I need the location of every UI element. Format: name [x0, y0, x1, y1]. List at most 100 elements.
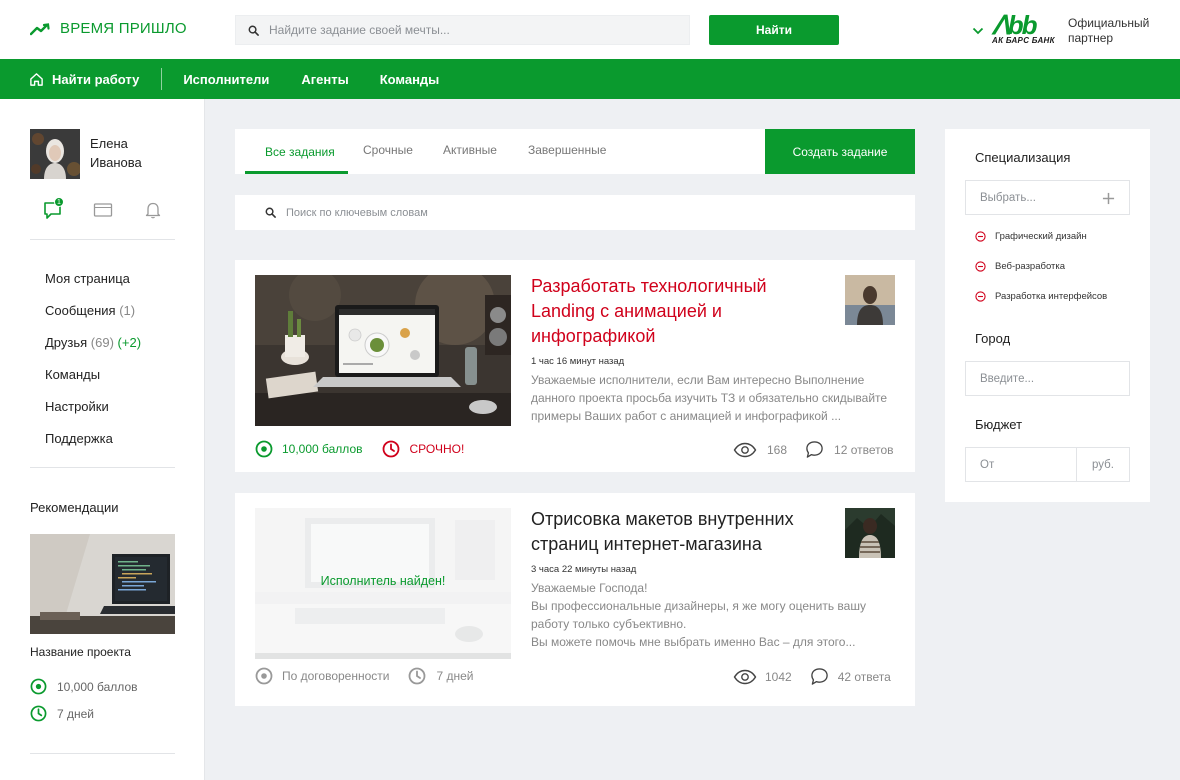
spec-tag-label: Графический дизайн — [995, 231, 1087, 242]
author-avatar[interactable] — [845, 275, 895, 325]
comment-icon — [810, 668, 828, 685]
performer-found-overlay: Исполнитель найден! — [255, 508, 511, 653]
bank-logo-name: АК БАРС БАНК — [992, 36, 1055, 45]
plus-icon[interactable] — [1102, 192, 1115, 205]
friends-count: (69) — [90, 335, 114, 350]
clock-icon — [409, 667, 426, 685]
target-icon — [255, 440, 273, 458]
task-time: 1 час 16 минут назад — [531, 356, 625, 367]
target-icon — [30, 678, 47, 695]
search-icon — [265, 207, 276, 218]
target-icon — [255, 667, 273, 685]
recommendation-points: 10,000 баллов — [30, 678, 138, 695]
nav-divider — [161, 68, 163, 90]
spec-tag: Графический дизайн — [975, 231, 1087, 242]
tab-all[interactable]: Все задания — [265, 145, 335, 159]
nav-performers[interactable]: Исполнители — [183, 72, 269, 87]
bell-icon[interactable] — [143, 200, 163, 220]
remove-icon[interactable] — [975, 291, 986, 302]
budget-title: Бюджет — [975, 417, 1023, 432]
budget-input[interactable]: От руб. — [965, 447, 1130, 482]
menu-label: Сообщения — [45, 303, 116, 318]
author-avatar[interactable] — [845, 508, 895, 558]
nav-teams[interactable]: Команды — [380, 72, 440, 87]
side-menu: Моя страница Сообщения (1) Друзья (69) (… — [45, 269, 141, 461]
menu-messages[interactable]: Сообщения (1) — [45, 301, 141, 333]
points-label: 10,000 баллов — [57, 679, 138, 694]
divider — [30, 239, 175, 240]
duration-label: 7 дней — [57, 706, 95, 721]
menu-settings[interactable]: Настройки — [45, 397, 141, 429]
nav-label: Команды — [379, 71, 440, 87]
eye-icon — [733, 442, 757, 457]
user-name[interactable]: Елена Иванова — [90, 134, 142, 172]
logo-text: ВРЕМЯ ПРИШЛО — [60, 20, 187, 37]
partner-block[interactable]: ᐱbb АК БАРС БАНК Официальный партнер — [972, 10, 1158, 48]
wallet-icon[interactable] — [93, 200, 113, 220]
chevron-down-icon[interactable] — [972, 27, 984, 35]
search-icon — [248, 25, 259, 36]
keyword-search-box[interactable] — [235, 195, 915, 230]
remove-icon[interactable] — [975, 231, 986, 242]
task-image[interactable] — [255, 275, 511, 426]
menu-label: Поддержка — [45, 431, 113, 446]
trend-line-icon — [30, 22, 50, 35]
spec-tag: Веб-разработка — [975, 261, 1065, 272]
top-header: ВРЕМЯ ПРИШЛО Найти ᐱbb АК БАРС БАНК Офиц… — [0, 0, 1180, 59]
task-image[interactable]: Исполнитель найден! — [255, 508, 511, 659]
task-description: Уважаемые исполнители, если Вам интересн… — [531, 373, 888, 423]
active-tab-indicator — [245, 171, 348, 174]
remove-icon[interactable] — [975, 261, 986, 272]
specialization-title: Специализация — [975, 150, 1071, 165]
task-stats: 1042 42 ответа — [733, 667, 891, 686]
messages-badge: 1 — [54, 197, 64, 207]
keyword-search-input[interactable] — [286, 206, 786, 219]
nav-agents[interactable]: Агенты — [301, 72, 348, 87]
task-meta: По договоренности 7 дней — [255, 667, 474, 685]
user-first-name: Елена — [90, 136, 128, 151]
task-title[interactable]: Разработать технологичный Landing с аним… — [531, 274, 821, 349]
partner-label: Официальный партнер — [1068, 16, 1150, 45]
task-stats: 168 12 ответов — [733, 440, 894, 459]
user-quick-icons: 1 — [43, 197, 163, 220]
bank-logo-mark: ᐱbb — [992, 10, 1038, 40]
description-line: Вы можете помочь мне выбрать именно Вас … — [531, 635, 856, 649]
menu-my-page[interactable]: Моя страница — [45, 269, 141, 301]
city-input[interactable]: Введите... — [965, 361, 1130, 396]
menu-support[interactable]: Поддержка — [45, 429, 141, 461]
divider — [30, 753, 175, 754]
menu-label: Команды — [45, 367, 101, 382]
tab-urgent[interactable]: Срочные — [363, 143, 413, 157]
menu-friends[interactable]: Друзья (69) (+2) — [45, 333, 141, 365]
views-count: 168 — [767, 442, 788, 457]
task-card[interactable]: Разработать технологичный Landing с аним… — [235, 260, 915, 472]
specialization-placeholder: Выбрать... — [980, 191, 1036, 204]
city-title: Город — [975, 331, 1011, 346]
task-price: По договоренности — [282, 669, 390, 683]
menu-teams[interactable]: Команды — [45, 365, 141, 397]
city-placeholder: Введите... — [980, 372, 1035, 385]
urgent-label: СРОЧНО! — [409, 442, 465, 456]
recommendation-project-name[interactable]: Название проекта — [30, 645, 131, 659]
tab-completed[interactable]: Завершенные — [528, 143, 606, 157]
recommendation-image[interactable] — [30, 534, 175, 634]
top-search-input[interactable] — [269, 23, 649, 37]
messages-icon[interactable]: 1 — [43, 197, 64, 220]
home-icon — [30, 72, 43, 86]
task-card[interactable]: Исполнитель найден! Отрисовка макетов вн… — [235, 493, 915, 706]
answers-count: 12 ответов — [834, 442, 894, 457]
messages-count: (1) — [119, 303, 136, 318]
task-title[interactable]: Отрисовка макетов внутренних страниц инт… — [531, 507, 821, 557]
recommendations-title: Рекомендации — [30, 500, 119, 515]
nav-find-work[interactable]: Найти работу — [29, 72, 139, 87]
create-task-button[interactable]: Создать задание — [765, 129, 915, 174]
answers-count: 42 ответа — [837, 669, 891, 684]
nav-label: Агенты — [301, 71, 349, 87]
tab-active[interactable]: Активные — [443, 143, 497, 157]
user-avatar[interactable] — [30, 129, 80, 179]
find-button[interactable]: Найти — [709, 15, 839, 45]
top-search-box[interactable] — [235, 15, 690, 45]
site-logo[interactable]: ВРЕМЯ ПРИШЛО — [30, 20, 187, 37]
specialization-select[interactable]: Выбрать... — [965, 180, 1130, 215]
clock-icon — [382, 440, 399, 458]
